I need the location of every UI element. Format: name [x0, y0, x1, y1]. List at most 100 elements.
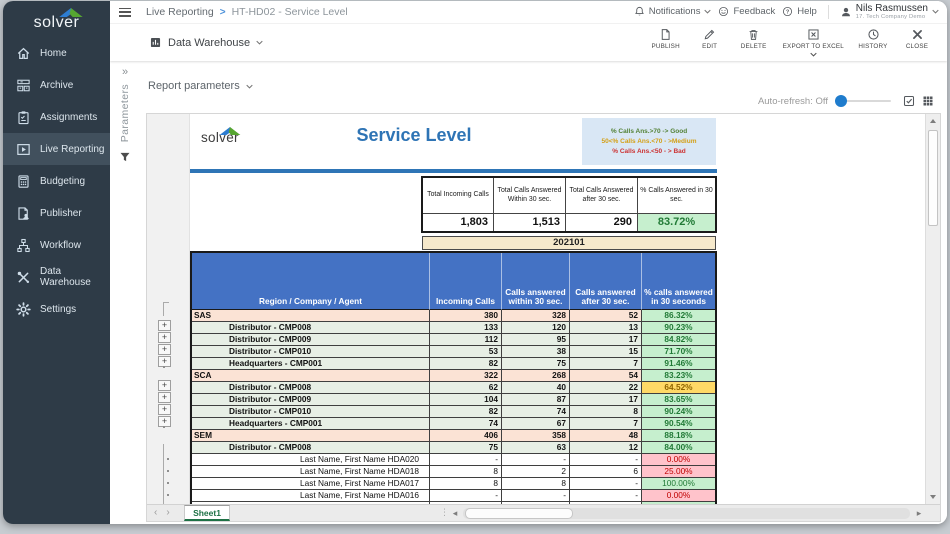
scroll-left-button[interactable]: ◂ [449, 507, 461, 519]
sidebar-item-home[interactable]: Home [3, 37, 110, 69]
app-logo[interactable]: solver [3, 1, 110, 37]
feedback-button[interactable]: Feedback [718, 6, 775, 17]
after-30-cell: - [570, 490, 642, 501]
sidebar-item-label: Home [40, 48, 67, 59]
scroll-right-button[interactable]: ▸ [913, 507, 925, 519]
breadcrumb-section[interactable]: Live Reporting [146, 6, 214, 18]
prev-sheet-button[interactable]: ‹ [154, 506, 157, 520]
table-row[interactable]: Last Name, First Name HDA020 - - - 0.00% [192, 454, 715, 466]
sidebar-item-publisher[interactable]: Publisher [3, 197, 110, 229]
pct-answered-cell: 0.00% [642, 454, 715, 465]
outline-expand-button[interactable]: + [158, 404, 171, 415]
sidebar-item-data-warehouse[interactable]: Data Warehouse [3, 261, 110, 293]
summary-table: Total Incoming CallsTotal Calls Answered… [421, 176, 717, 233]
sidebar-item-settings[interactable]: Settings [3, 293, 110, 325]
user-name: Nils Rasmussen [856, 4, 928, 15]
legend-line: 50<% Calls Ans.<70 - >Medium [582, 138, 716, 145]
sidebar-item-label: Budgeting [40, 176, 85, 187]
pct-answered-cell: 64.52% [642, 382, 715, 393]
period-header: 202101 [422, 236, 716, 250]
horizontal-scroll-thumb[interactable] [465, 508, 573, 519]
chevron-down-icon [256, 40, 263, 45]
row-label-cell: Last Name, First Name HDA018 [192, 466, 430, 477]
incoming-calls-cell: 8 [430, 478, 502, 489]
edit-button[interactable]: EDIT [695, 28, 725, 57]
within-30-cell: 120 [502, 322, 570, 333]
data-source-dropdown[interactable]: Data Warehouse [149, 36, 263, 49]
scrollbar-divider: ⋮ [440, 507, 449, 518]
table-row[interactable]: Distributor - CMP009 112 95 17 84.82% [192, 334, 715, 346]
within-30-cell: 8 [502, 478, 570, 489]
parameters-vertical-label: Parameters [119, 84, 131, 142]
table-row[interactable]: Distributor - CMP008 62 40 22 64.52% [192, 382, 715, 394]
user-menu[interactable]: Nils Rasmussen 17. Tech Company Demo [840, 4, 939, 21]
table-row[interactable]: Distributor - CMP009 104 87 17 83.65% [192, 394, 715, 406]
row-label-cell: Distributor - CMP008 [192, 322, 430, 333]
incoming-calls-cell: - [430, 490, 502, 501]
table-row[interactable]: Last Name, First Name HDA018 8 2 6 25.00… [192, 466, 715, 478]
table-row[interactable]: SEM 406 358 48 88.18% [192, 430, 715, 442]
sidebar-item-workflow[interactable]: Workflow [3, 229, 110, 261]
sidebar-item-assignments[interactable]: Assignments [3, 101, 110, 133]
auto-refresh-slider[interactable] [835, 95, 891, 107]
incoming-calls-cell: 133 [430, 322, 502, 333]
outline-dot [167, 494, 169, 496]
next-sheet-button[interactable]: › [166, 506, 169, 520]
table-row[interactable]: Distributor - CMP010 53 38 15 71.70% [192, 346, 715, 358]
table-row[interactable]: Distributor - CMP008 133 120 13 90.23% [192, 322, 715, 334]
summary-header: Total Incoming Calls [423, 178, 494, 214]
notifications-button[interactable]: Notifications [634, 6, 712, 17]
hamburger-menu-icon[interactable] [119, 8, 131, 17]
history-button[interactable]: HISTORY [858, 28, 888, 57]
sheet-tab-nav: ‹ › [154, 506, 170, 520]
chevron-down-icon [810, 52, 817, 57]
expand-panel-icon[interactable]: » [122, 67, 128, 78]
outline-expand-button[interactable]: + [158, 380, 171, 391]
pct-answered-cell: 71.70% [642, 346, 715, 357]
table-row[interactable]: Distributor - CMP008 75 63 12 84.00% [192, 442, 715, 454]
pct-answered-cell: 84.82% [642, 334, 715, 345]
outline-expand-button[interactable]: + [158, 392, 171, 403]
incoming-calls-cell: 82 [430, 406, 502, 417]
report-parameters-dropdown[interactable]: Report parameters [148, 80, 253, 92]
pct-answered-cell: 84.00% [642, 442, 715, 453]
checkbox-icon[interactable] [903, 95, 915, 107]
slider-knob[interactable] [835, 95, 847, 107]
row-label-cell: Distributor - CMP010 [192, 406, 430, 417]
outline-expand-button[interactable]: + [158, 344, 171, 355]
publish-icon [659, 28, 672, 41]
scroll-down-button[interactable] [926, 490, 940, 504]
delete-button[interactable]: DELETE [739, 28, 769, 57]
vertical-scroll-thumb[interactable] [928, 130, 938, 226]
sidebar-item-archive[interactable]: Archive [3, 69, 110, 101]
breadcrumb-separator: > [220, 7, 226, 18]
outline-expand-button[interactable]: + [158, 332, 171, 343]
sidebar-item-budgeting[interactable]: Budgeting [3, 165, 110, 197]
after-30-cell: 13 [570, 322, 642, 333]
publish-button[interactable]: PUBLISH [651, 28, 681, 57]
sidebar-item-live-reporting[interactable]: Live Reporting [3, 133, 110, 165]
export-to-excel-button[interactable]: EXPORT TO EXCEL [783, 28, 844, 57]
settings-icon [16, 302, 31, 317]
table-header-row: Region / Company / AgentIncoming CallsCa… [192, 253, 715, 310]
table-row[interactable]: Headquarters - CMP001 82 75 7 91.46% [192, 358, 715, 370]
within-30-cell: 67 [502, 418, 570, 429]
grid-icon[interactable] [922, 95, 934, 107]
help-button[interactable]: ? Help [782, 6, 817, 17]
row-label-cell: Distributor - CMP009 [192, 334, 430, 345]
table-row[interactable]: SCA 322 268 54 83.23% [192, 370, 715, 382]
table-row[interactable]: Distributor - CMP010 82 74 8 90.24% [192, 406, 715, 418]
archive-icon [16, 78, 31, 93]
table-row[interactable]: SAS 380 328 52 86.32% [192, 310, 715, 322]
sheet-tab[interactable]: Sheet1 [184, 505, 230, 521]
scroll-up-button[interactable] [926, 114, 940, 128]
help-label: Help [797, 6, 817, 17]
table-row[interactable]: Last Name, First Name HDA017 8 8 - 100.0… [192, 478, 715, 490]
table-row[interactable]: Headquarters - CMP001 74 67 7 90.54% [192, 418, 715, 430]
after-30-cell: 6 [570, 466, 642, 477]
table-row[interactable]: Last Name, First Name HDA016 - - - 0.00% [192, 490, 715, 502]
close-button[interactable]: CLOSE [902, 28, 932, 57]
outline-expand-button[interactable]: + [158, 320, 171, 331]
vertical-scrollbar[interactable] [925, 114, 940, 504]
filter-icon[interactable] [119, 151, 131, 163]
